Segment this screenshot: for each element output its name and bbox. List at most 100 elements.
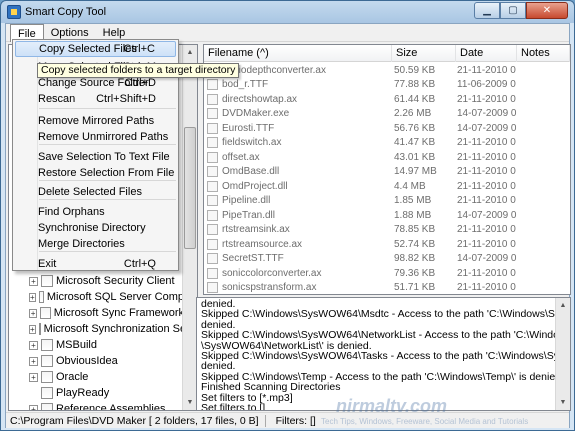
file-row[interactable]: fieldswitch.ax 41.47 KB 21-11-2010 0 — [204, 136, 570, 151]
file-row[interactable]: DVDMaker.exe 2.26 MB 14-07-2009 0 — [204, 107, 570, 122]
menu-item-shortcut: Ctrl+Shift+D — [96, 93, 156, 105]
tree-item[interactable]: PlayReady — [9, 385, 184, 401]
column-filename[interactable]: Filename (^) — [204, 45, 392, 62]
tree-checkbox[interactable] — [41, 275, 53, 287]
column-notes[interactable]: Notes — [517, 45, 570, 62]
file-row[interactable]: SecretST.TTF 98.82 KB 14-07-2009 0 — [204, 252, 570, 267]
log-output[interactable]: denied. Skipped C:\Windows\SysWOW64\Msdtc… — [196, 297, 571, 411]
menu-item-save-selection-to-text-file[interactable]: Save Selection To Text File — [15, 149, 176, 165]
file-name: sonicspstransform.ax — [222, 282, 317, 294]
menu-item-label: Delete Selected Files — [38, 186, 142, 198]
tree-item[interactable]: + MSBuild — [9, 337, 184, 353]
file-checkbox[interactable] — [207, 180, 218, 192]
file-checkbox[interactable] — [207, 108, 218, 120]
file-row[interactable]: PipeTran.dll 1.88 MB 14-07-2009 0 — [204, 208, 570, 223]
menu-item-copy-selected-files[interactable]: Copy Selected Files Ctrl+C — [15, 41, 176, 57]
file-row[interactable]: audiodepthconverter.ax 50.59 KB 21-11-2010… — [204, 63, 570, 78]
tree-checkbox[interactable] — [38, 291, 44, 303]
tree-item[interactable]: + ObviousIdea — [9, 353, 184, 369]
file-row[interactable]: OmdProject.dll 4.4 MB 21-11-2010 0 — [204, 179, 570, 194]
tree-scroll-thumb[interactable] — [184, 127, 196, 249]
file-list[interactable]: Filename (^) Size Date Notes audiodepthc… — [203, 44, 571, 295]
file-checkbox[interactable] — [207, 267, 218, 279]
file-rows: audiodepthconverter.ax 50.59 KB 21-11-2010… — [204, 63, 570, 295]
file-checkbox[interactable] — [207, 209, 218, 221]
tree-item[interactable]: + Microsoft Synchronization Se — [9, 321, 186, 337]
file-checkbox[interactable] — [207, 238, 218, 250]
column-date[interactable]: Date — [456, 45, 517, 62]
tree-scrollbar[interactable]: ▲ ▼ — [182, 45, 197, 410]
expand-icon[interactable]: + — [29, 340, 38, 350]
tree-checkbox[interactable] — [38, 323, 41, 335]
file-name: rtstreamsink.ax — [222, 224, 290, 236]
file-row[interactable]: bod_r.TTF 77.88 KB 11-06-2009 0 — [204, 78, 570, 93]
menu-item-restore-selection-from-file[interactable]: Restore Selection From File — [15, 165, 176, 181]
file-row[interactable]: Pipeline.dll 1.85 MB 21-11-2010 0 — [204, 194, 570, 209]
file-name-cell: rtstreamsink.ax — [204, 224, 392, 236]
expand-icon[interactable]: + — [29, 292, 36, 302]
maximize-button[interactable]: ▢ — [500, 2, 526, 19]
file-row[interactable]: soniccolorconverter.ax 79.36 KB 21-11-2010… — [204, 266, 570, 281]
file-row[interactable]: rtstreamsource.ax 52.74 KB 21-11-2010 0 — [204, 237, 570, 252]
menu-item-rescan[interactable]: Rescan Ctrl+Shift+D — [15, 91, 176, 107]
expand-icon[interactable]: + — [29, 372, 38, 382]
file-date: 11-06-2009 0 — [457, 79, 516, 91]
menu-item-remove-mirrored-paths[interactable]: Remove Mirrored Paths — [15, 113, 176, 129]
file-row[interactable]: offset.ax 43.01 KB 21-11-2010 0 — [204, 150, 570, 165]
menu-separator — [39, 251, 176, 252]
expand-icon[interactable]: + — [29, 356, 38, 366]
menu-item-merge-directories[interactable]: Merge Directories — [15, 236, 176, 252]
expand-icon[interactable]: + — [29, 276, 38, 286]
window-title: Smart Copy Tool — [25, 6, 107, 18]
menu-item-label: Rescan — [38, 93, 76, 105]
file-checkbox[interactable] — [207, 122, 218, 134]
menu-item-shortcut: Ctrl+D — [124, 77, 156, 89]
file-checkbox[interactable] — [207, 79, 218, 91]
file-checkbox[interactable] — [207, 195, 218, 207]
file-checkbox[interactable] — [207, 151, 218, 163]
tree-checkbox[interactable] — [41, 403, 53, 410]
log-scrollbar[interactable]: ▲ ▼ — [555, 298, 570, 410]
scroll-up-icon[interactable]: ▲ — [556, 298, 570, 313]
file-checkbox[interactable] — [207, 253, 218, 265]
tree-checkbox[interactable] — [41, 371, 53, 383]
menu-item-delete-selected-files[interactable]: Delete Selected Files — [15, 184, 176, 200]
tree-item[interactable]: + Reference Assemblies — [9, 401, 184, 410]
scroll-down-icon[interactable]: ▼ — [183, 395, 197, 410]
minimize-button[interactable]: ▁ — [474, 2, 500, 19]
scroll-up-icon[interactable]: ▲ — [183, 45, 197, 60]
file-row[interactable]: OmdBase.dll 14.97 MB 21-11-2010 0 — [204, 165, 570, 180]
tree-item[interactable]: + Oracle — [9, 369, 184, 385]
file-checkbox[interactable] — [207, 224, 218, 236]
expand-icon[interactable]: + — [29, 404, 38, 410]
tree-item[interactable]: + Microsoft Security Client — [9, 273, 184, 289]
file-row[interactable]: directshowtap.ax 61.44 KB 21-11-2010 0 — [204, 92, 570, 107]
file-checkbox[interactable] — [207, 137, 218, 149]
tree-item-label: Microsoft SQL Server Comp — [46, 291, 184, 303]
file-row[interactable]: Eurosti.TTF 56.76 KB 14-07-2009 0 — [204, 121, 570, 136]
file-checkbox[interactable] — [207, 166, 218, 178]
menu-item-synchronise-directory[interactable]: Synchronise Directory — [15, 220, 176, 236]
file-row[interactable]: sonicspstransform.ax 51.71 KB 21-11-2010 0 — [204, 281, 570, 295]
tree-checkbox[interactable] — [41, 387, 53, 399]
file-checkbox[interactable] — [207, 282, 218, 294]
close-button[interactable]: ✕ — [526, 2, 568, 19]
tree-checkbox[interactable] — [41, 339, 53, 351]
tree-item[interactable]: + Microsoft SQL Server Comp — [9, 289, 184, 305]
file-name-cell: Eurosti.TTF — [204, 122, 392, 134]
menu-item-exit[interactable]: Exit Ctrl+Q — [15, 256, 176, 272]
file-row[interactable]: rtstreamsink.ax 78.85 KB 21-11-2010 0 — [204, 223, 570, 238]
tree-checkbox[interactable] — [41, 355, 53, 367]
file-size: 14.97 MB — [394, 166, 437, 178]
tree-item[interactable]: + Microsoft Sync Framework — [9, 305, 184, 321]
file-date: 21-11-2010 0 — [457, 224, 516, 236]
menu-item-remove-unmirrored-paths[interactable]: Remove Unmirrored Paths — [15, 129, 176, 145]
title-bar[interactable]: Smart Copy Tool ▁ ▢ ✕ — [1, 1, 574, 23]
expand-icon[interactable]: + — [29, 308, 38, 318]
file-checkbox[interactable] — [207, 93, 218, 105]
expand-icon[interactable]: + — [29, 324, 36, 334]
column-size[interactable]: Size — [392, 45, 456, 62]
tree-checkbox[interactable] — [40, 307, 51, 319]
scroll-down-icon[interactable]: ▼ — [556, 395, 570, 410]
menu-item-find-orphans[interactable]: Find Orphans — [15, 204, 176, 220]
